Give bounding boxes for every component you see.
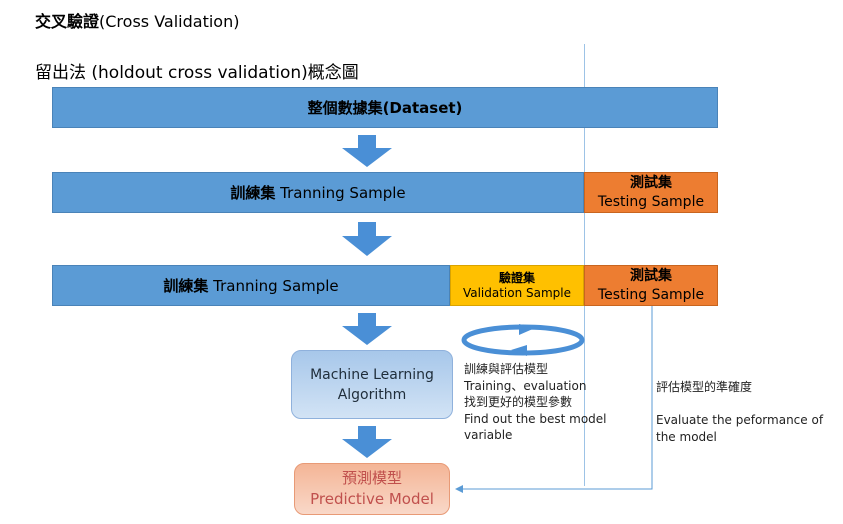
note-line: Evaluate the peformance of: [656, 413, 824, 427]
down-arrow-3: [342, 313, 392, 345]
note-line: Training、evaluation: [464, 378, 587, 393]
note-spacer: [656, 396, 823, 413]
diagram-arrows: [342, 135, 653, 493]
validation-bar: 驗證集 Validation Sample: [450, 265, 584, 306]
note-line: 找到更好的模型參數: [464, 395, 573, 409]
machine-learning-box: Machine Learning Algorithm: [291, 350, 453, 419]
note-line: the model: [656, 429, 717, 444]
evaluation-notes: 評估模型的準確度 Evaluate the peformance of the …: [656, 379, 823, 445]
training-bar-2: 訓練集 Tranning Sample: [52, 265, 450, 306]
training-bar-1: 訓練集 Tranning Sample: [52, 172, 584, 213]
note-line: 評估模型的準確度: [656, 380, 753, 394]
note-line: 訓練與評估模型: [464, 362, 549, 376]
down-arrow-4: [342, 426, 392, 458]
connector-arrowhead: [455, 485, 463, 493]
down-arrow-2: [342, 222, 392, 256]
note-line: Find out the best model: [464, 411, 607, 426]
down-arrow-1: [342, 135, 392, 167]
predictive-model-box: 預測模型 Predictive Model: [294, 463, 450, 515]
note-line: variable: [464, 428, 513, 442]
training-cycle-icon: [461, 324, 585, 356]
training-notes: 訓練與評估模型 Training、evaluation 找到更好的模型參數 Fi…: [464, 361, 607, 444]
testing-bar-2: 測試集 Testing Sample: [584, 265, 718, 306]
testing-bar-1: 測試集 Testing Sample: [584, 172, 718, 213]
